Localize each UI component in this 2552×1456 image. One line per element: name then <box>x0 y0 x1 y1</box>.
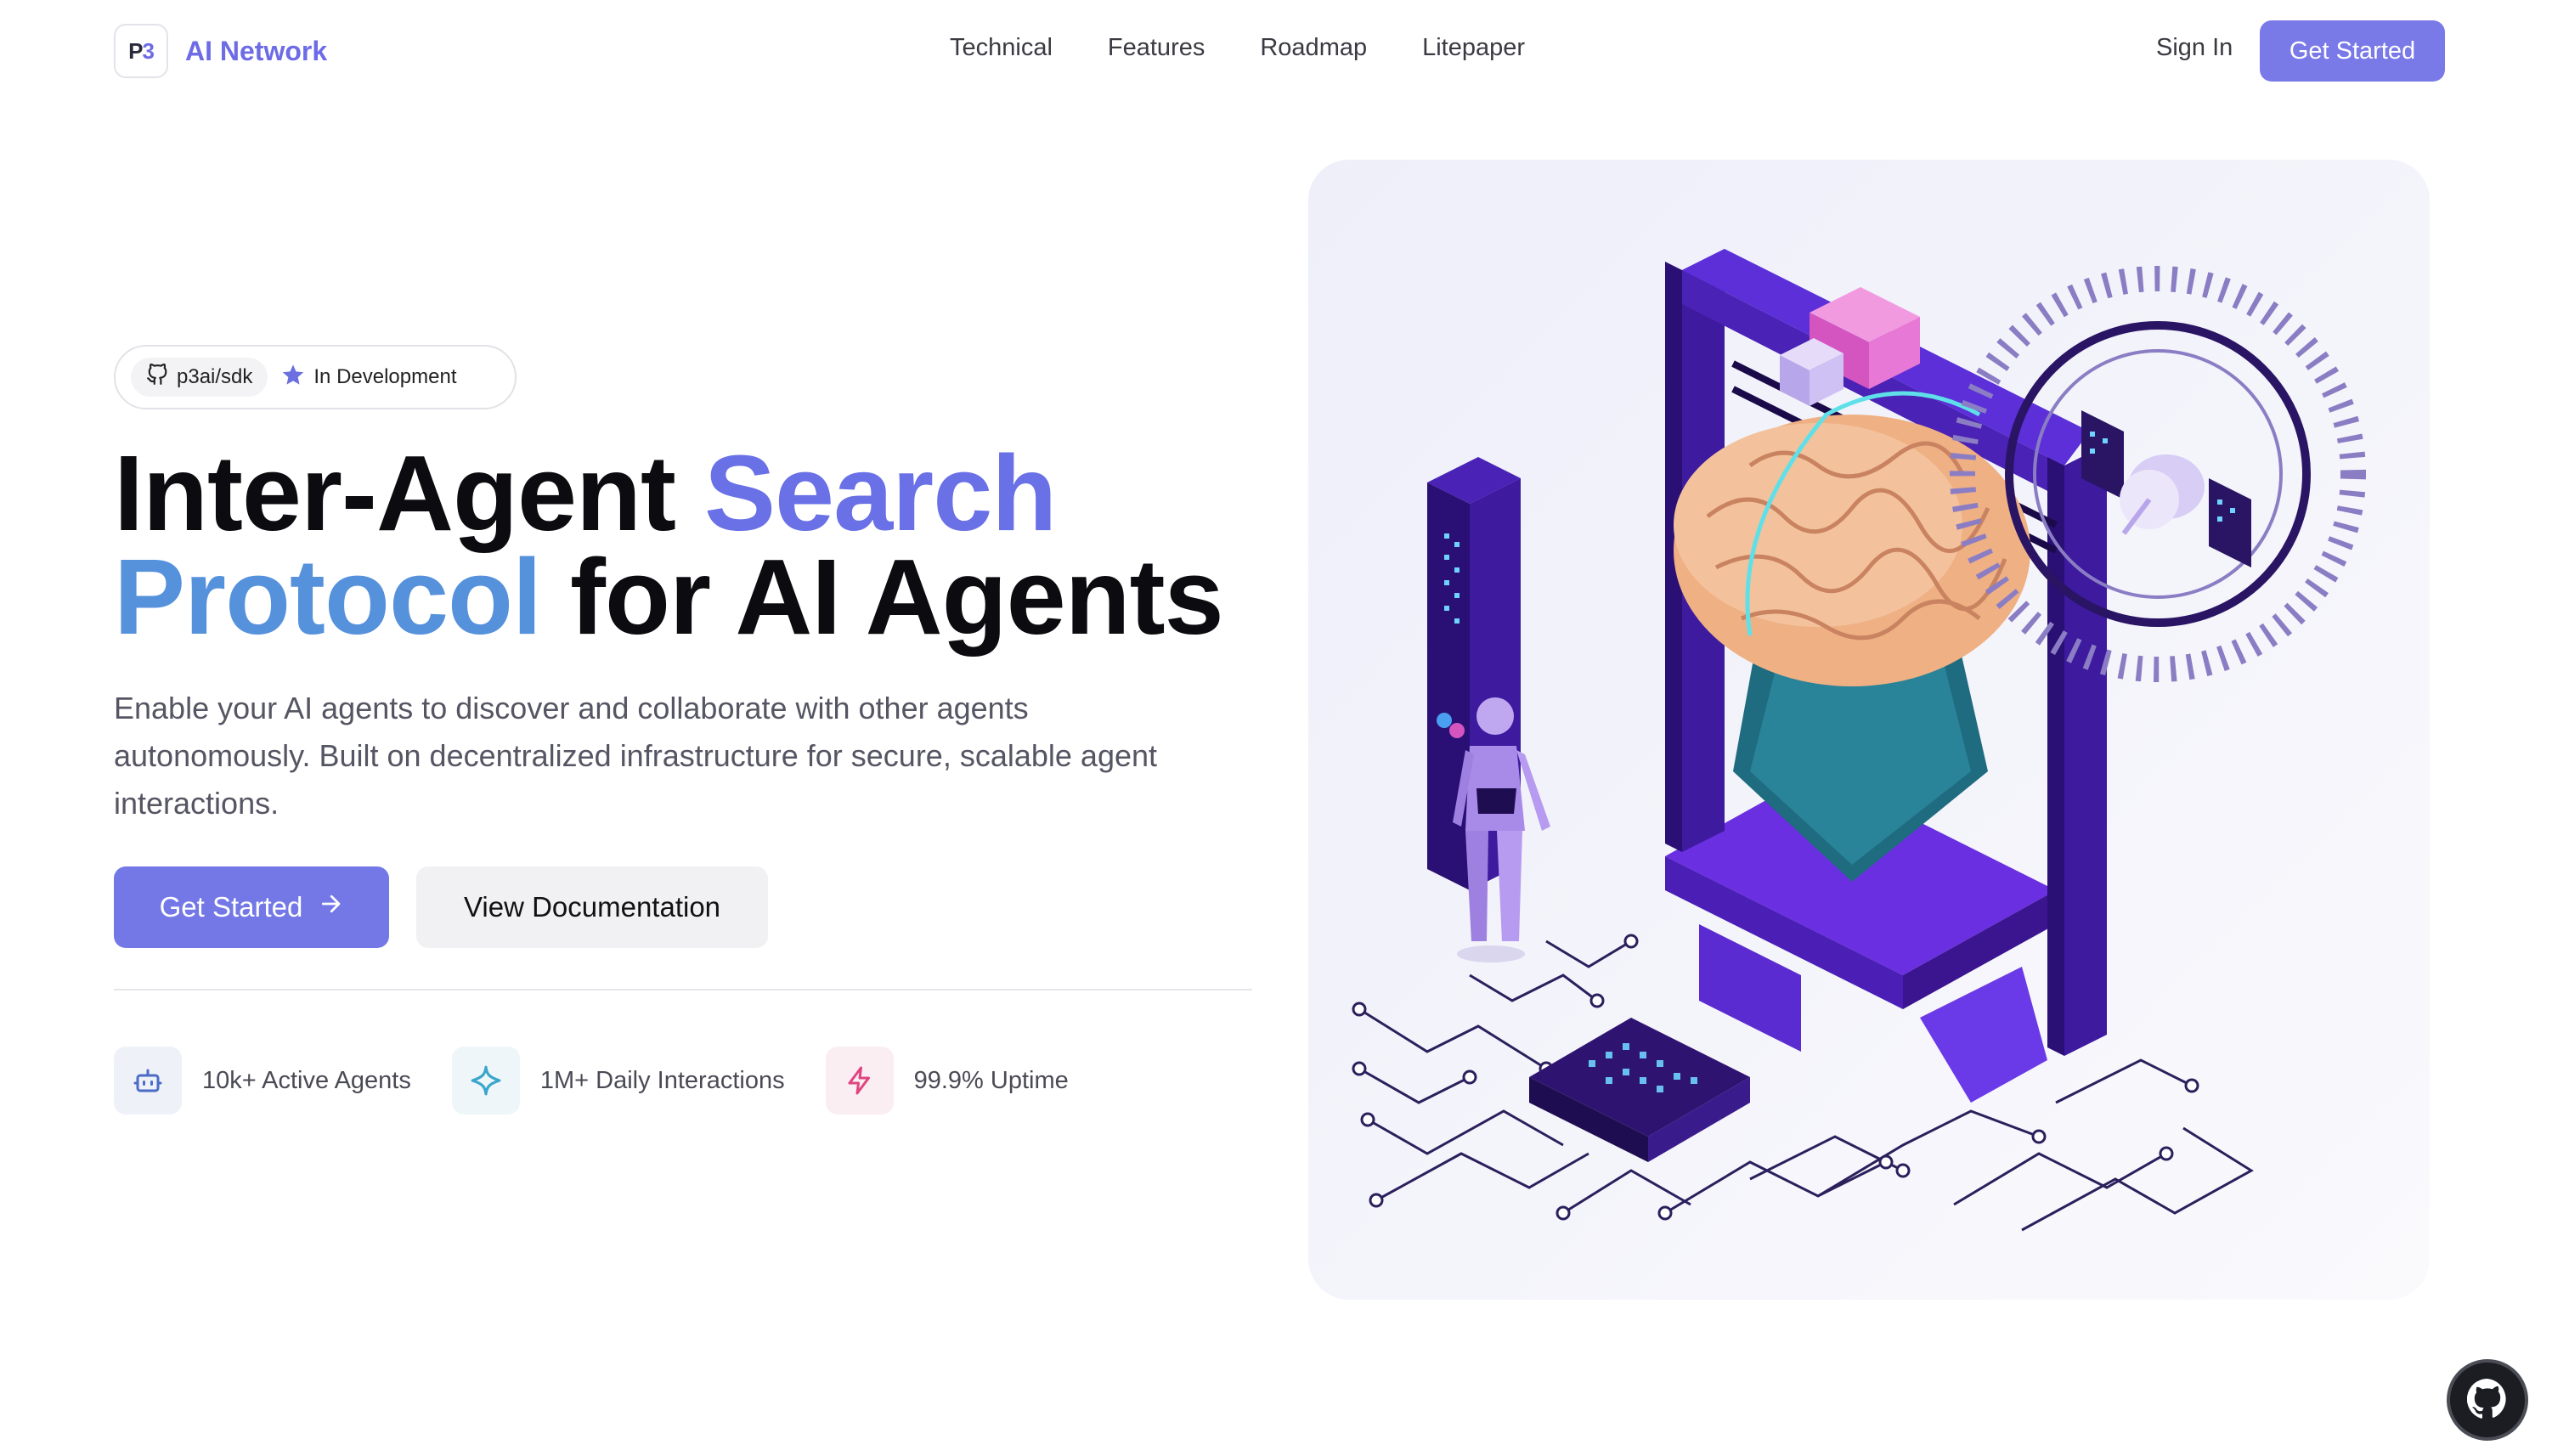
github-floating-button[interactable] <box>2447 1359 2528 1441</box>
stat-uptime: 99.9% Uptime <box>825 1047 1069 1115</box>
hero-subtitle: Enable your AI agents to discover and co… <box>114 691 1158 821</box>
top-navigation-bar: P3 AI Network Technical Features Roadmap… <box>0 0 2552 104</box>
sign-in-link[interactable]: Sign In <box>2156 34 2233 62</box>
project-badge: p3ai/sdk In Development <box>114 345 517 409</box>
bot-icon <box>114 1047 182 1115</box>
hero-title: Inter-Agent Search Protocol for AI Agent… <box>114 440 1303 651</box>
header-get-started-button[interactable]: Get Started <box>2260 20 2445 82</box>
title-part-1: Inter-Agent <box>114 433 704 553</box>
title-highlight-protocol: Protocol <box>114 537 542 657</box>
get-started-label: Get Started <box>159 891 303 923</box>
hero-illustration <box>1308 160 2430 1300</box>
arrow-right-icon <box>318 891 343 923</box>
circuit-traces <box>1358 940 2254 1232</box>
main-nav: Technical Features Roadmap Litepaper <box>950 34 1525 62</box>
nav-litepaper[interactable]: Litepaper <box>1422 34 1525 62</box>
stat-label: 1M+ Daily Interactions <box>539 1066 785 1094</box>
stats-row: 10k+ Active Agents 1M+ Daily Interaction… <box>114 1047 1069 1115</box>
star-icon <box>281 363 305 392</box>
get-started-button[interactable]: Get Started <box>114 866 389 948</box>
repo-name: p3ai/sdk <box>177 365 253 388</box>
processor-chip <box>1529 1018 1750 1162</box>
stat-daily-interactions: 1M+ Daily Interactions <box>451 1047 785 1115</box>
stat-label: 10k+ Active Agents <box>202 1066 411 1094</box>
zap-icon <box>825 1047 894 1115</box>
hero-divider <box>114 989 1252 990</box>
nav-features[interactable]: Features <box>1108 34 1205 62</box>
github-icon <box>2466 1378 2508 1423</box>
repo-pill[interactable]: p3ai/sdk <box>131 358 268 397</box>
nav-roadmap[interactable]: Roadmap <box>1260 34 1367 62</box>
title-highlight-search: Search <box>703 433 1057 553</box>
status-badge: In Development <box>281 363 456 392</box>
brand-name: AI Network <box>185 35 328 66</box>
stat-label: 99.9% Uptime <box>913 1066 1069 1094</box>
sparkle-icon <box>451 1047 520 1115</box>
view-documentation-button[interactable]: View Documentation <box>416 866 768 948</box>
title-part-2: for AI Agents <box>541 537 1224 657</box>
github-icon <box>146 363 168 392</box>
p3-logo: P3 <box>114 24 168 78</box>
ai-machine-illustration <box>1352 249 2366 1232</box>
stat-active-agents: 10k+ Active Agents <box>114 1047 411 1115</box>
status-text: In Development <box>313 365 457 388</box>
nav-technical[interactable]: Technical <box>950 34 1053 62</box>
brand-link[interactable]: P3 AI Network <box>114 24 327 78</box>
